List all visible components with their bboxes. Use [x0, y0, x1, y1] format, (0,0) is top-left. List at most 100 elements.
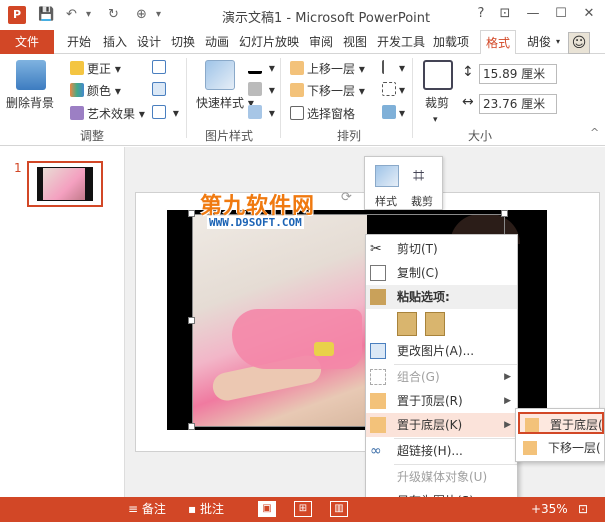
- send-to-back-submenu: 置于底层( 下移一层(: [515, 408, 605, 462]
- link-icon: ∞: [370, 443, 382, 459]
- paste-keep-formatting-icon[interactable]: [397, 312, 417, 336]
- minimize-icon[interactable]: —: [522, 4, 544, 24]
- change-picture-icon[interactable]: [152, 82, 169, 97]
- maximize-icon[interactable]: ☐: [550, 4, 572, 24]
- quick-styles-button[interactable]: 快速样式 ▾: [196, 94, 254, 111]
- resize-handle[interactable]: [188, 317, 195, 324]
- zoom-level[interactable]: 35%: [541, 497, 568, 522]
- group-separator: [186, 58, 187, 138]
- picture-effects-button[interactable]: ▾: [248, 82, 275, 97]
- normal-view-icon[interactable]: ▣: [258, 501, 276, 517]
- menu-item-change-picture[interactable]: 更改图片(A)...: [366, 339, 517, 363]
- start-from-beginning-icon[interactable]: ⊕: [136, 6, 147, 24]
- mini-crop-button[interactable]: 裁剪: [411, 193, 433, 209]
- tab-insert[interactable]: 插入: [103, 30, 127, 54]
- tab-view[interactable]: 视图: [343, 30, 367, 54]
- group-objects-button[interactable]: ▾: [382, 82, 405, 97]
- effects-icon: [248, 82, 262, 96]
- undo-icon[interactable]: ↶: [66, 6, 77, 24]
- save-icon[interactable]: 💾: [38, 6, 54, 24]
- menu-item-bring-to-front[interactable]: 置于顶层(R) ▶: [366, 389, 517, 413]
- tab-transitions[interactable]: 切换: [171, 30, 195, 54]
- tab-developer[interactable]: 开发工具: [377, 30, 425, 54]
- width-field[interactable]: 23.76 厘米: [479, 94, 557, 114]
- tab-slideshow[interactable]: 幻灯片放映: [239, 30, 299, 54]
- color-button[interactable]: 颜色 ▾: [70, 82, 121, 99]
- artistic-effects-button[interactable]: 艺术效果 ▾: [70, 105, 145, 122]
- tab-review[interactable]: 审阅: [309, 30, 333, 54]
- menu-item-send-to-back[interactable]: 置于底层(K) ▶: [366, 413, 517, 437]
- paste-options-row: [366, 309, 517, 339]
- reading-view-icon[interactable]: ▥: [330, 501, 348, 517]
- send-backward-button[interactable]: 下移一层 ▾: [290, 82, 365, 99]
- zoom-out-icon[interactable]: +: [531, 497, 541, 522]
- slide-sorter-icon[interactable]: ⊞: [294, 501, 312, 517]
- picture-border-button[interactable]: ▾: [248, 60, 275, 75]
- group-label-size: 大小: [468, 129, 493, 143]
- menu-item-hyperlink[interactable]: ∞ 超链接(H)...: [366, 439, 517, 463]
- status-bar: ≡ 备注 ▪ 批注 ▣ ⊞ ▥ + 35% ⊡: [0, 497, 605, 522]
- rotate-button[interactable]: ▾: [382, 105, 405, 120]
- resize-handle[interactable]: [188, 210, 195, 217]
- remove-background-icon[interactable]: [16, 60, 46, 90]
- collapse-ribbon-icon[interactable]: ^: [590, 126, 599, 139]
- height-icon: ↕: [462, 64, 474, 80]
- tab-home[interactable]: 开始: [67, 30, 91, 54]
- resize-handle[interactable]: [188, 423, 195, 430]
- comments-button[interactable]: ▪ 批注: [188, 497, 224, 522]
- height-field[interactable]: 15.89 厘米: [479, 64, 557, 84]
- style-icon[interactable]: [375, 165, 399, 187]
- submenu-arrow-icon: ▶: [504, 420, 511, 430]
- crop-icon[interactable]: [423, 60, 453, 90]
- window-title: 演示文稿1 - Microsoft PowerPoint: [222, 11, 431, 26]
- notes-button[interactable]: ≡ 备注: [128, 497, 166, 522]
- rotate-handle-icon[interactable]: ⟳: [341, 190, 352, 205]
- compress-pictures-icon[interactable]: [152, 60, 169, 75]
- tab-file[interactable]: 文件: [0, 30, 54, 54]
- mini-toolbar: ⌗ 样式 裁剪: [364, 156, 443, 210]
- customize-qat-icon[interactable]: ▾: [156, 6, 161, 24]
- picture-layout-button[interactable]: ▾: [248, 105, 275, 120]
- copy-icon: [370, 265, 386, 281]
- close-icon[interactable]: ✕: [578, 4, 600, 24]
- sun-icon: [70, 61, 84, 75]
- bring-forward-icon: [290, 61, 304, 75]
- menu-item-upgrade-media[interactable]: 升级媒体对象(U): [366, 465, 517, 489]
- corrections-button[interactable]: 更正 ▾: [70, 60, 121, 77]
- tab-format[interactable]: 格式: [480, 30, 517, 55]
- group-label-adjust: 调整: [80, 129, 105, 143]
- quick-styles-icon[interactable]: [205, 60, 235, 90]
- art-brush-icon: [70, 106, 84, 120]
- tab-addins[interactable]: 加载项: [433, 30, 469, 54]
- crop-icon[interactable]: ⌗: [413, 163, 424, 187]
- mini-style-button[interactable]: 样式: [375, 193, 397, 209]
- redo-icon[interactable]: ↻: [108, 6, 119, 24]
- powerpoint-logo-icon: P: [8, 6, 26, 24]
- tab-design[interactable]: 设计: [137, 30, 161, 54]
- crop-button[interactable]: 裁剪 ▾: [425, 94, 449, 125]
- tab-animations[interactable]: 动画: [205, 30, 229, 54]
- help-icon[interactable]: ?: [470, 4, 492, 24]
- menu-item-group[interactable]: 组合(G) ▶: [366, 365, 517, 389]
- selection-pane-button[interactable]: 选择窗格: [290, 105, 355, 122]
- submenu-item-send-to-back[interactable]: 置于底层(: [518, 412, 604, 434]
- send-to-back-icon: [525, 418, 539, 432]
- submenu-arrow-icon: ▶: [504, 372, 511, 382]
- reset-picture-icon[interactable]: ▾: [152, 105, 179, 120]
- align-button[interactable]: ▾: [382, 60, 405, 75]
- user-dropdown-icon[interactable]: ▾: [556, 30, 560, 54]
- menu-item-copy[interactable]: 复制(C): [366, 261, 517, 285]
- menu-item-cut[interactable]: ✂ 剪切(T): [366, 237, 517, 261]
- selection-pane-icon: [290, 106, 304, 120]
- undo-dropdown-icon[interactable]: ▾: [86, 6, 91, 24]
- slide-thumbnail[interactable]: [27, 161, 103, 207]
- user-name[interactable]: 胡俊: [527, 30, 551, 54]
- avatar[interactable]: ☺: [568, 32, 590, 54]
- submenu-item-send-backward[interactable]: 下移一层(: [518, 437, 604, 459]
- bring-forward-button[interactable]: 上移一层 ▾: [290, 60, 365, 77]
- paste-as-picture-icon[interactable]: [425, 312, 445, 336]
- resize-handle[interactable]: [501, 210, 508, 217]
- fit-slide-icon[interactable]: ⊡: [578, 497, 588, 522]
- remove-background-button[interactable]: 删除背景: [6, 94, 54, 111]
- ribbon-display-options-icon[interactable]: ⊡: [494, 4, 516, 24]
